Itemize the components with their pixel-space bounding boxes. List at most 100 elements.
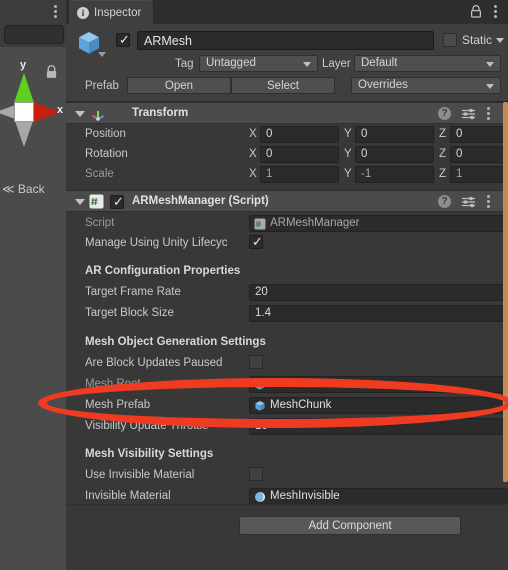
tab-inspector[interactable]: i Inspector	[68, 0, 155, 24]
rotation-y-axis-label: Y	[344, 148, 352, 160]
rotation-z-input[interactable]: 0	[450, 146, 508, 163]
transform-gizmo-icon	[91, 111, 104, 121]
transform-title: Transform	[132, 107, 189, 119]
gizmo-view-mode-label[interactable]: ≪ Back	[2, 182, 66, 196]
lock-icon[interactable]	[45, 65, 58, 79]
gizmo-center-cube[interactable]	[14, 102, 34, 122]
scene-panel-topbar	[0, 0, 66, 22]
gizmo-axis-label-y: y	[20, 59, 27, 71]
layer-dropdown[interactable]: Default	[354, 55, 501, 72]
target-frame-rate-label: Target Frame Rate	[85, 286, 181, 298]
rotation-z-value: 0	[456, 148, 463, 160]
position-x-input[interactable]: 0	[260, 126, 339, 143]
scene-toolbar-field[interactable]	[4, 25, 64, 44]
position-z-value: 0	[456, 128, 463, 140]
cube-icon	[255, 380, 265, 390]
gameobject-name-input[interactable]: ARMesh	[137, 31, 434, 50]
tab-inspector-label: Inspector	[94, 6, 142, 19]
static-checkbox[interactable]	[443, 33, 457, 47]
armeshmanager-header-icons: ?	[438, 195, 500, 209]
scale-z-value: 1	[456, 168, 463, 180]
gizmo-axis-label-x: x	[57, 104, 64, 116]
scene-kebab-menu-icon[interactable]	[54, 5, 58, 19]
armeshmanager-enabled-checkbox[interactable]: ✓	[110, 195, 124, 209]
mesh-prefab-objectfield[interactable]: MeshChunk	[249, 397, 508, 414]
kebab-menu-icon[interactable]	[487, 195, 491, 209]
info-icon: i	[77, 6, 89, 19]
scene-viewport[interactable]: y x ≪ Back	[0, 47, 66, 570]
armeshmanager-component-header[interactable]: ✓ ARMeshManager (Script) ?	[66, 190, 508, 212]
add-component-button[interactable]: Add Component	[239, 516, 461, 535]
mesh-root-label: Mesh Root	[85, 378, 141, 390]
tag-value: Untagged	[206, 57, 256, 69]
rotation-x-axis-label: X	[249, 148, 257, 160]
mesh-prefab-value: MeshChunk	[270, 399, 332, 411]
lock-icon[interactable]	[470, 5, 482, 18]
armeshmanager-foldout-icon[interactable]	[75, 199, 85, 205]
section-mesh-object-generation-settings: Mesh Object Generation Settings	[85, 336, 266, 348]
position-label: Position	[85, 128, 126, 140]
position-y-input[interactable]: 0	[355, 126, 434, 143]
scale-x-axis-label: X	[249, 168, 257, 180]
chevron-down-icon	[486, 84, 494, 89]
scene-orientation-gizmo[interactable]: y x ≪ Back	[0, 57, 66, 196]
invisible-material-value: MeshInvisible	[270, 490, 340, 502]
target-frame-rate-input[interactable]: 20	[249, 284, 508, 301]
visibility-update-throttle-label: Visibility Update Throttle	[85, 420, 209, 432]
transform-foldout-icon[interactable]	[75, 111, 85, 117]
preset-settings-icon[interactable]	[461, 108, 476, 120]
gameobject-enabled-checkbox[interactable]: ✓	[116, 33, 130, 47]
visibility-update-throttle-input[interactable]: 10	[249, 418, 508, 435]
transform-header-icons: ?	[438, 107, 500, 121]
inspector-tabbar: i Inspector	[66, 0, 508, 24]
invisible-material-objectfield[interactable]: MeshInvisible	[249, 488, 508, 505]
csharp-script-icon	[89, 194, 104, 209]
position-z-input[interactable]: 0	[450, 126, 508, 143]
script-objectfield[interactable]: ARMeshManager	[249, 215, 508, 232]
inspector-scrollbar[interactable]	[503, 102, 508, 482]
rotation-y-value: 0	[361, 148, 368, 160]
tag-label: Tag	[175, 58, 194, 70]
tag-dropdown[interactable]: Untagged	[199, 55, 318, 72]
prefab-overrides-dropdown[interactable]: Overrides	[351, 77, 501, 94]
use-invisible-material-checkbox[interactable]	[249, 467, 263, 481]
rotation-x-input[interactable]: 0	[260, 146, 339, 163]
target-frame-rate-value: 20	[255, 286, 268, 298]
inspector-kebab-menu-icon[interactable]	[494, 5, 498, 19]
static-dropdown-caret-icon[interactable]	[496, 38, 504, 43]
layer-value: Default	[361, 57, 398, 69]
prefab-open-button[interactable]: Open	[127, 77, 231, 94]
checkmark-icon: ✓	[113, 194, 124, 209]
rotation-y-input[interactable]: 0	[355, 146, 434, 163]
position-z-axis-label: Z	[439, 128, 447, 140]
checkmark-icon: ✓	[119, 32, 130, 47]
scale-x-input[interactable]: 1	[260, 166, 339, 183]
unity-editor-window: y x ≪ Back i Inspector ✓ ARMesh Static T…	[0, 0, 508, 570]
prefab-select-button[interactable]: Select	[231, 77, 335, 94]
section-mesh-visibility-settings: Mesh Visibility Settings	[85, 448, 214, 460]
mesh-root-objectfield[interactable]: ARMesh	[249, 376, 508, 393]
scale-y-input[interactable]: -1	[355, 166, 434, 183]
kebab-menu-icon[interactable]	[487, 107, 491, 121]
help-icon[interactable]: ?	[438, 195, 451, 208]
position-y-value: 0	[361, 128, 368, 140]
gizmo-cone-negative-y[interactable]	[15, 121, 33, 147]
transform-component-header[interactable]: Transform ?	[66, 102, 508, 124]
target-block-size-label: Target Block Size	[85, 307, 174, 319]
help-icon[interactable]: ?	[438, 107, 451, 120]
armeshmanager-body: Script ARMeshManager Manage Using Unity …	[66, 212, 508, 505]
cube-dropdown-caret-icon[interactable]	[98, 52, 106, 57]
preset-settings-icon[interactable]	[461, 196, 476, 208]
prefab-overrides-value: Overrides	[358, 79, 408, 91]
prefab-cube-icon	[255, 401, 265, 411]
scale-z-input[interactable]: 1	[450, 166, 508, 183]
use-invisible-material-label: Use Invisible Material	[85, 469, 195, 481]
mesh-prefab-label: Mesh Prefab	[85, 399, 151, 411]
block-updates-paused-checkbox[interactable]	[249, 355, 263, 369]
scene-toolbar-row	[0, 22, 66, 47]
target-block-size-input[interactable]: 1.4	[249, 305, 508, 322]
static-label: Static	[462, 33, 493, 47]
gameobject-header: ✓ ARMesh Static Tag Untagged Layer Defau…	[66, 24, 508, 102]
manage-lifecycle-checkbox[interactable]: ✓	[249, 235, 263, 249]
gizmo-cone-y[interactable]	[14, 73, 34, 103]
